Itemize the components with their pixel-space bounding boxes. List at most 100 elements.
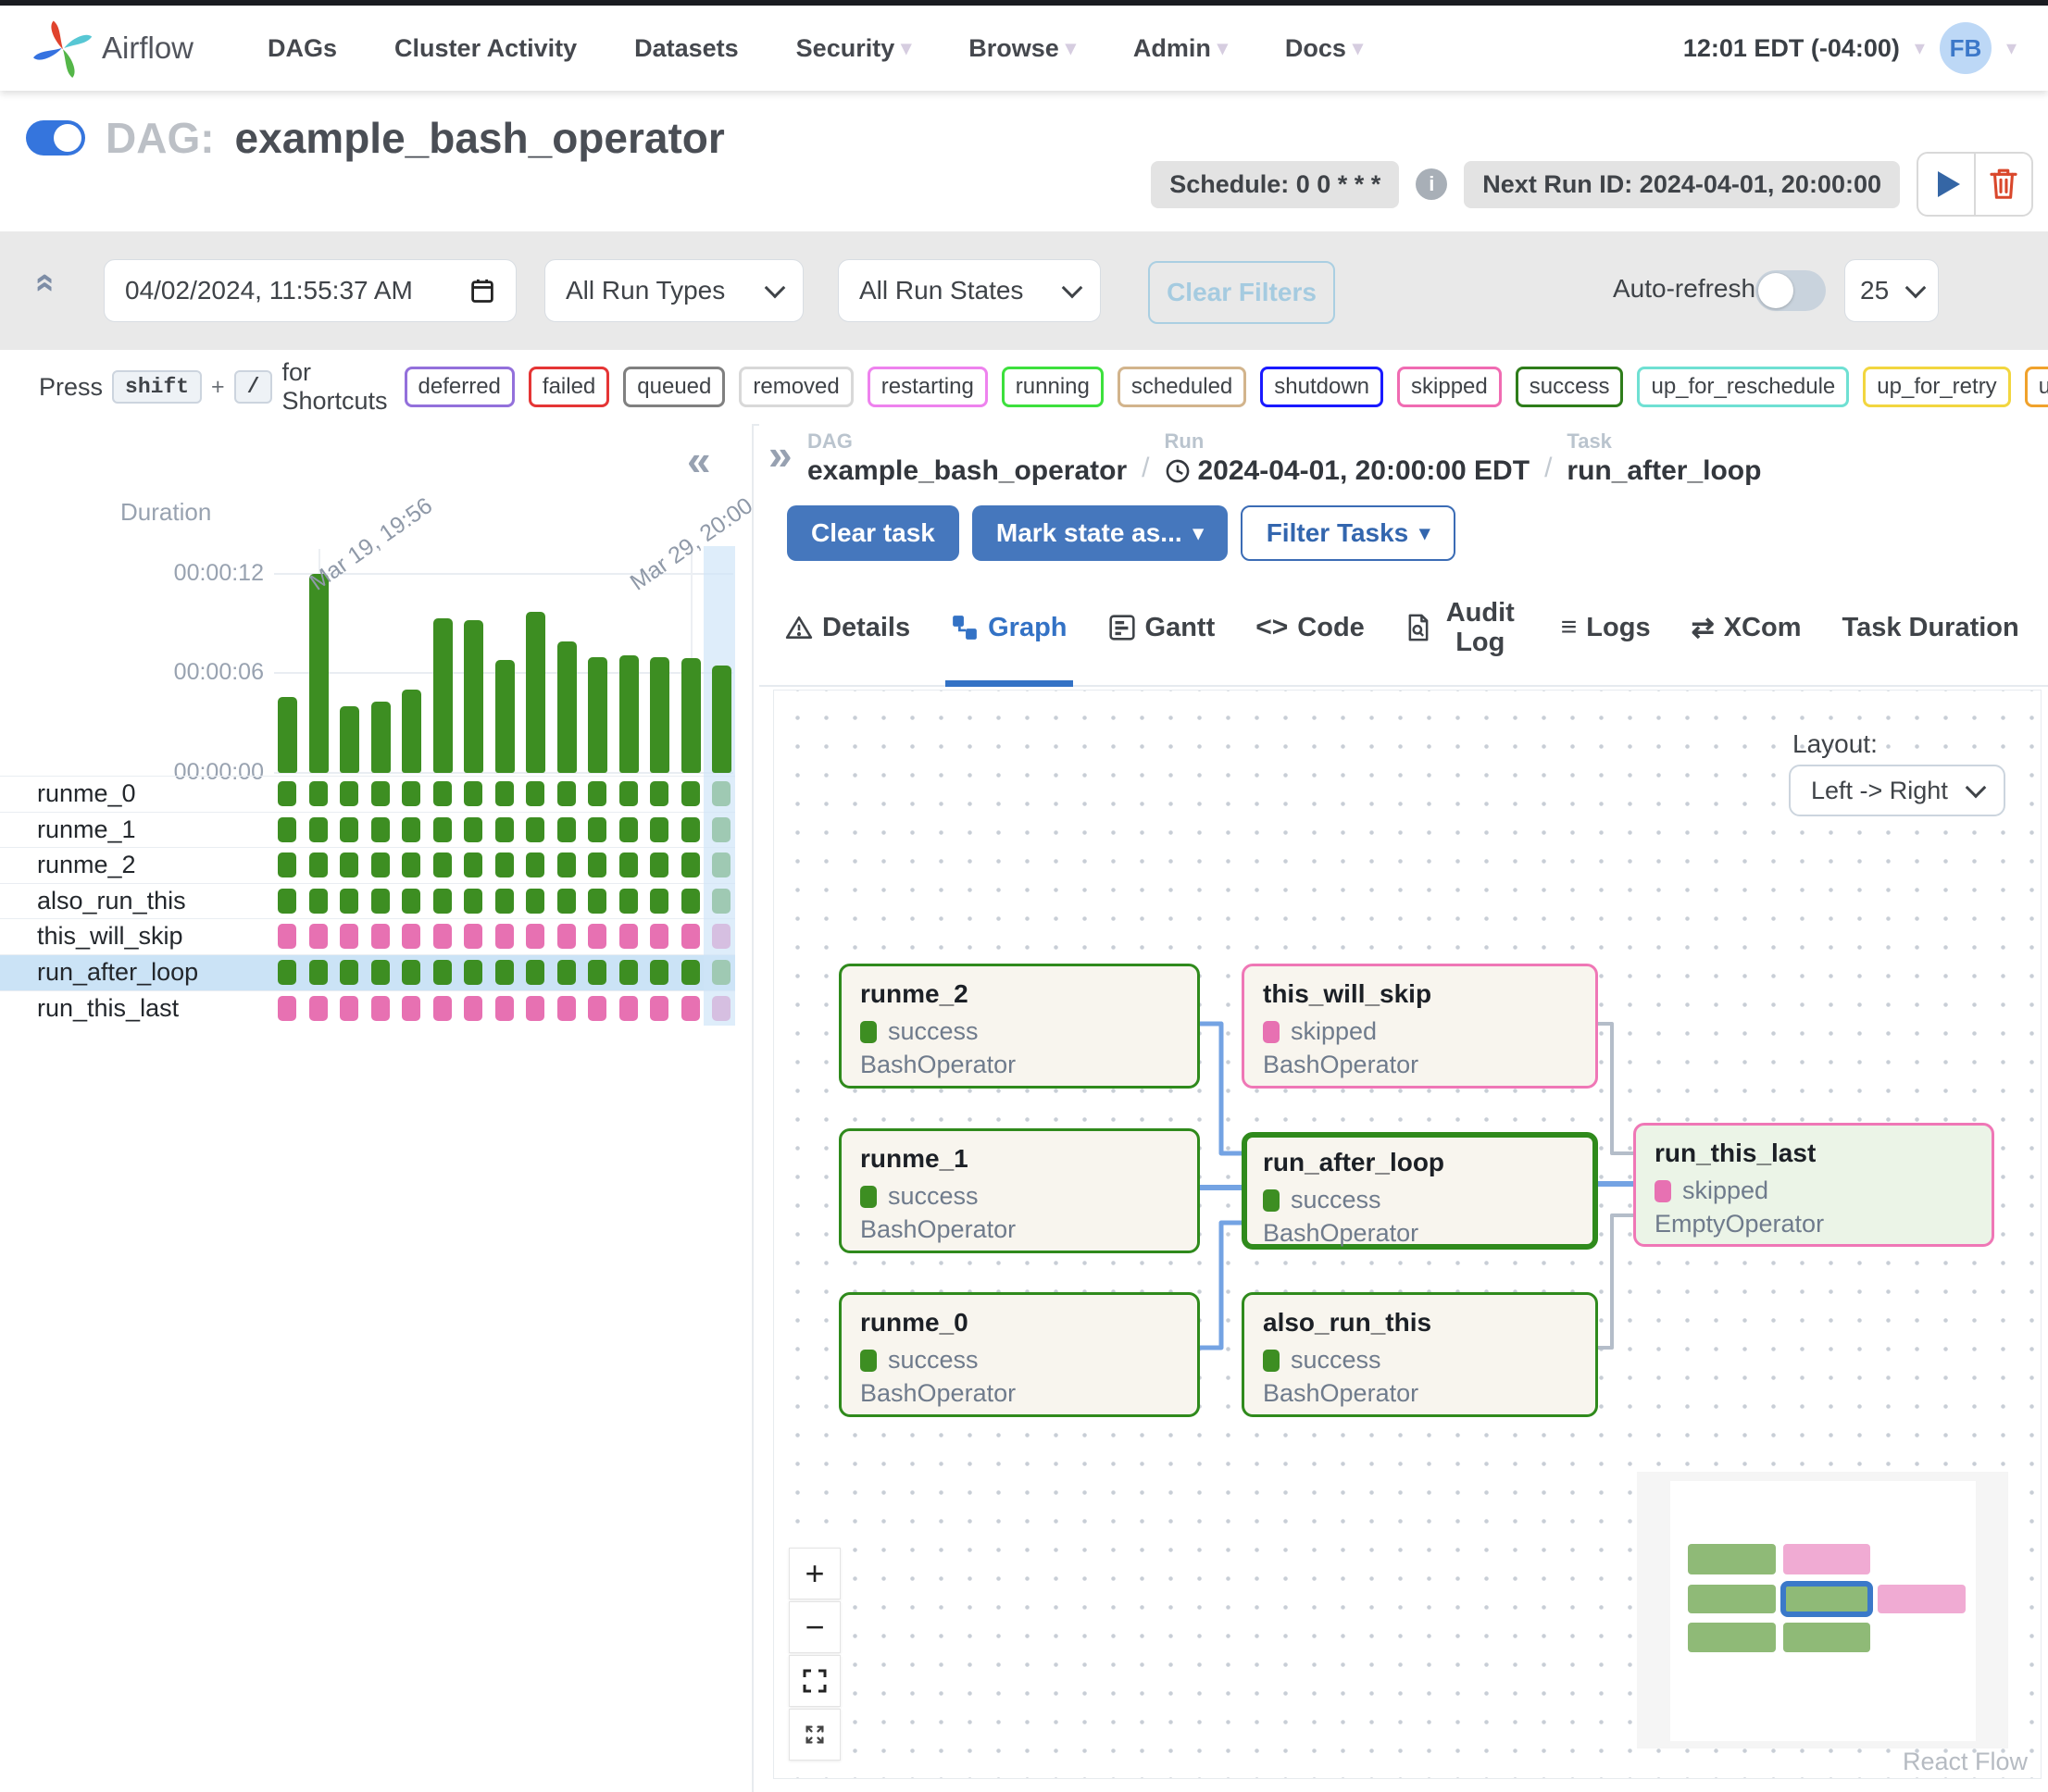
duration-bar[interactable] — [681, 658, 701, 773]
state-badge-failed[interactable]: failed — [529, 367, 609, 407]
nav-item-admin[interactable]: Admin▾ — [1133, 34, 1228, 63]
breadcrumb-task-value[interactable]: run_after_loop — [1567, 455, 1761, 487]
task-instance-square[interactable] — [526, 960, 544, 985]
user-avatar[interactable]: FB — [1940, 22, 1992, 74]
task-row-runme_1[interactable]: runme_1 — [0, 812, 735, 848]
base-date-input[interactable]: 04/02/2024, 11:55:37 AM — [104, 259, 517, 322]
duration-bar[interactable] — [464, 620, 483, 773]
duration-bar[interactable] — [619, 655, 639, 773]
state-badge-up_for_retry[interactable]: up_for_retry — [1863, 367, 2010, 407]
task-instance-square[interactable] — [526, 852, 544, 877]
task-instance-square[interactable] — [557, 817, 576, 842]
task-instance-square[interactable] — [588, 852, 606, 877]
graph-node-runme-0[interactable]: runme_0 success BashOperator — [839, 1292, 1200, 1417]
task-instance-square[interactable] — [433, 924, 452, 949]
task-instance-square[interactable] — [650, 817, 668, 842]
task-instance-square[interactable] — [433, 817, 452, 842]
duration-bar[interactable] — [557, 641, 577, 773]
graph-node-runme-1[interactable]: runme_1 success BashOperator — [839, 1128, 1200, 1253]
task-row-also_run_this[interactable]: also_run_this — [0, 883, 735, 919]
state-badge-deferred[interactable]: deferred — [405, 367, 515, 407]
nav-item-docs[interactable]: Docs▾ — [1285, 34, 1363, 63]
nav-item-security[interactable]: Security▾ — [796, 34, 912, 63]
task-instance-square[interactable] — [526, 889, 544, 914]
duration-bar[interactable] — [402, 690, 421, 773]
task-instance-square[interactable] — [588, 781, 606, 806]
duration-bar[interactable] — [278, 697, 297, 773]
task-instance-square[interactable] — [495, 924, 514, 949]
panel-divider[interactable] — [752, 426, 754, 1792]
tab-gantt[interactable]: Gantt — [1108, 570, 1216, 685]
task-instance-square[interactable] — [619, 817, 638, 842]
zoom-in-button[interactable]: + — [789, 1548, 841, 1599]
state-badge-success[interactable]: success — [1516, 367, 1624, 407]
task-instance-square[interactable] — [619, 889, 638, 914]
dag-pause-toggle[interactable] — [26, 120, 85, 156]
task-instance-square[interactable] — [681, 960, 700, 985]
task-instance-square[interactable] — [371, 781, 390, 806]
info-icon[interactable]: i — [1416, 168, 1447, 200]
clear-filters-button[interactable]: Clear Filters — [1148, 261, 1335, 324]
tab-xcom[interactable]: ⇄XCom — [1692, 570, 1802, 685]
breadcrumb-dag-value[interactable]: example_bash_operator — [807, 455, 1127, 487]
task-instance-square[interactable] — [464, 996, 482, 1021]
task-instance-square[interactable] — [371, 960, 390, 985]
duration-bar[interactable] — [650, 657, 669, 773]
state-badge-restarting[interactable]: restarting — [868, 367, 988, 407]
task-instance-square[interactable] — [650, 996, 668, 1021]
task-instance-square[interactable] — [340, 889, 358, 914]
trigger-dag-button[interactable] — [1918, 154, 1974, 215]
duration-bar[interactable] — [588, 657, 607, 773]
task-instance-square[interactable] — [278, 889, 296, 914]
task-instance-square[interactable] — [371, 889, 390, 914]
task-instance-square[interactable] — [619, 960, 638, 985]
delete-dag-button[interactable] — [1976, 154, 2031, 215]
nav-item-datasets[interactable]: Datasets — [634, 34, 739, 63]
task-instance-square[interactable] — [526, 817, 544, 842]
task-label[interactable]: run_this_last — [37, 994, 179, 1023]
task-instance-square[interactable] — [309, 781, 328, 806]
run-states-select[interactable]: All Run States — [838, 259, 1101, 322]
task-instance-square[interactable] — [650, 924, 668, 949]
state-badge-shutdown[interactable]: shutdown — [1260, 367, 1383, 407]
task-instance-square[interactable] — [619, 852, 638, 877]
task-row-run_after_loop[interactable]: run_after_loop — [0, 954, 735, 990]
task-label[interactable]: runme_2 — [37, 851, 136, 879]
task-instance-square[interactable] — [402, 996, 420, 1021]
task-row-this_will_skip[interactable]: this_will_skip — [0, 918, 735, 954]
task-instance-square[interactable] — [557, 996, 576, 1021]
task-instance-square[interactable] — [650, 960, 668, 985]
task-row-runme_0[interactable]: runme_0 — [0, 776, 735, 812]
task-instance-square[interactable] — [278, 996, 296, 1021]
task-instance-square[interactable] — [433, 996, 452, 1021]
task-instance-square[interactable] — [402, 852, 420, 877]
react-flow-attribution[interactable]: React Flow — [1903, 1748, 2028, 1776]
state-badge-up_for_reschedule[interactable]: up_for_reschedule — [1637, 367, 1849, 407]
task-instance-square[interactable] — [433, 852, 452, 877]
fullscreen-button[interactable] — [789, 1709, 841, 1761]
task-instance-square[interactable] — [495, 781, 514, 806]
task-instance-square[interactable] — [495, 852, 514, 877]
filter-tasks-button[interactable]: Filter Tasks▾ — [1241, 505, 1456, 561]
auto-refresh-toggle[interactable] — [1755, 270, 1826, 311]
task-instance-square[interactable] — [464, 960, 482, 985]
duration-bar[interactable] — [433, 618, 453, 773]
task-label[interactable]: runme_1 — [37, 815, 136, 844]
task-row-runme_2[interactable]: runme_2 — [0, 847, 735, 883]
task-instance-square[interactable] — [650, 852, 668, 877]
nav-item-browse[interactable]: Browse▾ — [968, 34, 1076, 63]
task-label[interactable]: also_run_this — [37, 887, 186, 915]
task-instance-square[interactable] — [309, 924, 328, 949]
task-instance-square[interactable] — [309, 817, 328, 842]
task-instance-square[interactable] — [340, 781, 358, 806]
graph-node-runme-2[interactable]: runme_2 success BashOperator — [839, 964, 1200, 1089]
task-instance-square[interactable] — [557, 960, 576, 985]
duration-bar[interactable] — [495, 660, 515, 773]
tab-code[interactable]: <>Code — [1255, 570, 1365, 685]
task-instance-square[interactable] — [681, 817, 700, 842]
tab-audit-log[interactable]: Audit Log — [1405, 570, 1520, 685]
state-badge-upstream_failed[interactable]: upstream_failed — [2025, 367, 2048, 407]
task-instance-square[interactable] — [526, 996, 544, 1021]
task-instance-square[interactable] — [681, 852, 700, 877]
tab-logs[interactable]: ≡Logs — [1561, 570, 1651, 685]
